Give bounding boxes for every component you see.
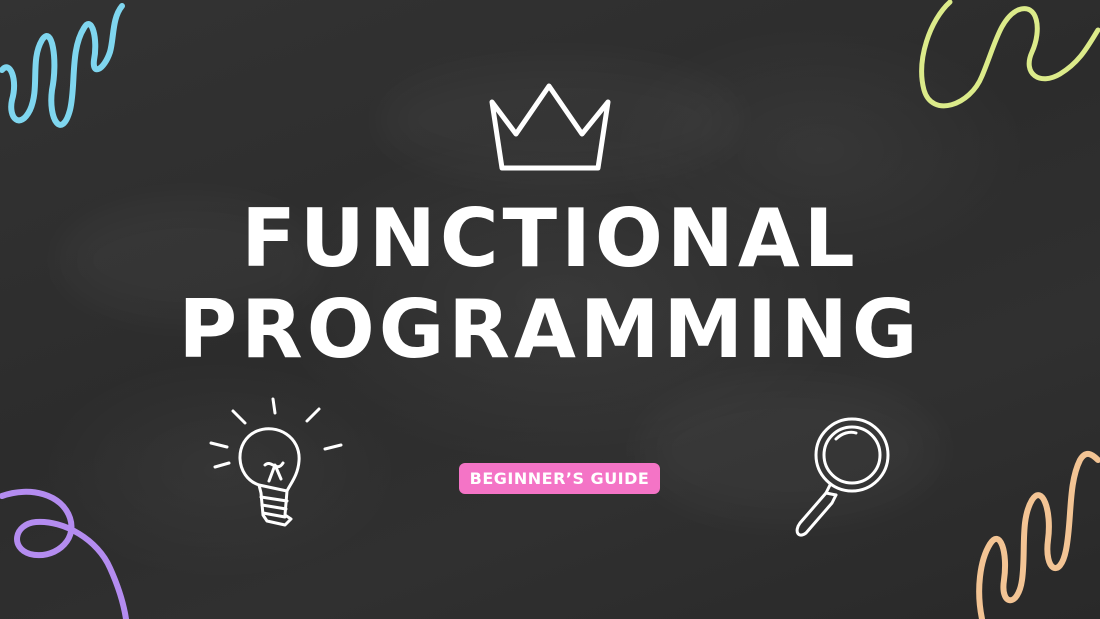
- magnifying-glass-icon: [795, 417, 890, 537]
- crown-icon: [489, 83, 611, 171]
- beginners-guide-badge: BEGINNER’S GUIDE: [459, 463, 660, 494]
- green-squiggle-decoration: [919, 0, 1100, 109]
- orange-squiggle-decoration: [976, 451, 1100, 619]
- blue-squiggle-decoration: [0, 3, 125, 128]
- purple-squiggle-decoration: [0, 488, 129, 619]
- lightbulb-icon: [209, 397, 343, 527]
- chalkboard-background: FUNCTIONAL PROGRAMMING BEGINNER’S GUIDE: [0, 0, 1100, 619]
- title-line-2: PROGRAMMING: [178, 283, 922, 376]
- title-line-1: FUNCTIONAL: [241, 192, 859, 285]
